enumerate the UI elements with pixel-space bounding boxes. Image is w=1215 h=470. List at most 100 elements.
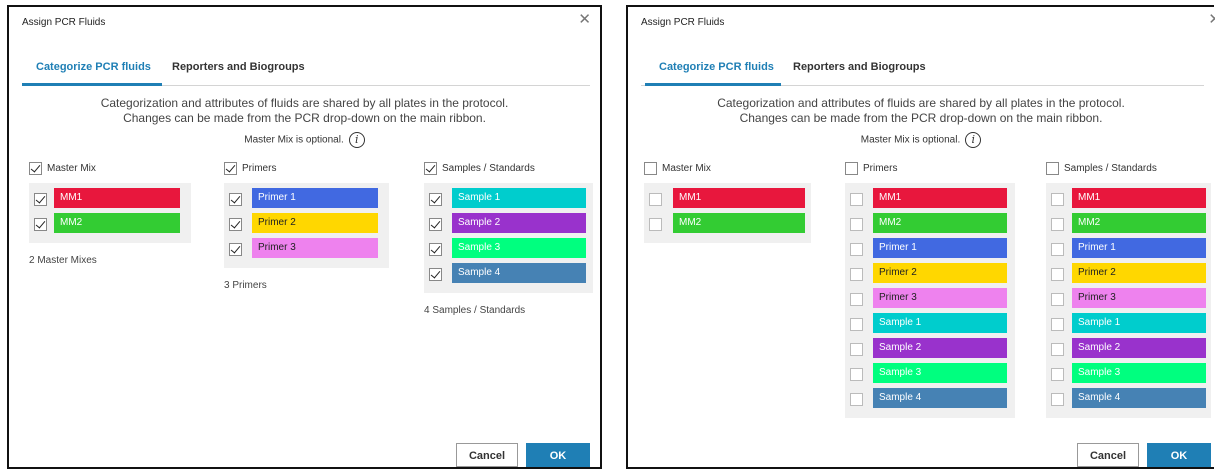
fluid-chip[interactable]: Sample 1 xyxy=(873,313,1007,333)
fluid-chip[interactable]: Sample 3 xyxy=(1072,363,1206,383)
fluid-checkbox[interactable] xyxy=(1051,368,1064,381)
fluid-chip[interactable]: Sample 3 xyxy=(873,363,1007,383)
tab-bar: Categorize PCR fluids Reporters and Biog… xyxy=(641,56,1204,86)
fluid-item-primer-3: Primer 3 xyxy=(1046,288,1211,313)
cancel-button[interactable]: Cancel xyxy=(456,443,518,467)
fluid-chip[interactable]: MM2 xyxy=(873,213,1007,233)
fluid-item-sample-3: Sample 3 xyxy=(1046,363,1211,388)
fluid-checkbox[interactable] xyxy=(1051,393,1064,406)
fluid-count: 4 Samples / Standards xyxy=(424,305,526,316)
close-icon[interactable]: ✕ xyxy=(1208,12,1215,27)
close-icon[interactable]: ✕ xyxy=(578,12,591,27)
column-header-label: Master Mix xyxy=(47,163,96,174)
fluid-chip[interactable]: Primer 3 xyxy=(873,288,1007,308)
fluid-item-primer-1: Primer 1 xyxy=(224,188,389,213)
tab-categorize-pcr-fluids[interactable]: Categorize PCR fluids xyxy=(36,61,151,73)
fluid-checkbox[interactable] xyxy=(850,343,863,356)
fluid-item-sample-1: Sample 1 xyxy=(424,188,593,213)
fluid-chip[interactable]: Sample 4 xyxy=(452,263,586,283)
fluid-chip[interactable]: Sample 4 xyxy=(873,388,1007,408)
fluid-checkbox[interactable] xyxy=(429,243,442,256)
fluid-chip[interactable]: Primer 3 xyxy=(1072,288,1206,308)
tab-reporters-and-biogroups[interactable]: Reporters and Biogroups xyxy=(172,61,305,73)
fluid-chip[interactable]: MM2 xyxy=(1072,213,1206,233)
fluid-item-mm2: MM2 xyxy=(29,213,191,238)
samples-standards-select-all-checkbox[interactable] xyxy=(424,162,437,175)
fluid-chip[interactable]: Primer 2 xyxy=(873,263,1007,283)
fluid-checkbox[interactable] xyxy=(34,193,47,206)
fluid-checkbox[interactable] xyxy=(429,268,442,281)
fluid-checkbox[interactable] xyxy=(34,218,47,231)
fluid-checkbox[interactable] xyxy=(850,393,863,406)
fluid-item-sample-4: Sample 4 xyxy=(845,388,1015,413)
fluid-count: 2 Master Mixes xyxy=(29,255,97,266)
fluid-item-primer-2: Primer 2 xyxy=(845,263,1015,288)
tab-reporters-and-biogroups[interactable]: Reporters and Biogroups xyxy=(793,61,926,73)
primers-select-all-checkbox[interactable] xyxy=(845,162,858,175)
ok-button[interactable]: OK xyxy=(1147,443,1211,467)
fluid-chip[interactable]: Primer 1 xyxy=(1072,238,1206,258)
fluid-checkbox[interactable] xyxy=(850,218,863,231)
samples-standards-select-all-checkbox[interactable] xyxy=(1046,162,1059,175)
fluid-checkbox[interactable] xyxy=(850,243,863,256)
fluid-checkbox[interactable] xyxy=(229,243,242,256)
optional-note: Master Mix is optional. i xyxy=(628,132,1214,148)
fluid-chip[interactable]: Sample 2 xyxy=(1072,338,1206,358)
fluid-checkbox[interactable] xyxy=(1051,193,1064,206)
fluid-checkbox[interactable] xyxy=(1051,293,1064,306)
fluid-checkbox[interactable] xyxy=(850,193,863,206)
fluid-chip[interactable]: MM1 xyxy=(54,188,180,208)
fluid-list: MM1 MM2 xyxy=(644,183,811,243)
fluid-checkbox[interactable] xyxy=(1051,343,1064,356)
fluid-item-mm2: MM2 xyxy=(1046,213,1211,238)
fluid-checkbox[interactable] xyxy=(1051,268,1064,281)
fluid-checkbox[interactable] xyxy=(850,293,863,306)
fluid-chip[interactable]: MM1 xyxy=(1072,188,1206,208)
fluid-checkbox[interactable] xyxy=(1051,218,1064,231)
fluid-checkbox[interactable] xyxy=(229,193,242,206)
fluid-chip[interactable]: Primer 1 xyxy=(873,238,1007,258)
fluid-chip[interactable]: MM1 xyxy=(873,188,1007,208)
master-mix-select-all-checkbox[interactable] xyxy=(29,162,42,175)
fluid-list: MM1 MM2 xyxy=(29,183,191,243)
fluid-chip[interactable]: MM1 xyxy=(673,188,805,208)
fluid-item-sample-2: Sample 2 xyxy=(424,213,593,238)
fluid-chip[interactable]: Primer 2 xyxy=(252,213,378,233)
fluid-checkbox[interactable] xyxy=(649,193,662,206)
fluid-checkbox[interactable] xyxy=(429,218,442,231)
fluid-chip[interactable]: Primer 3 xyxy=(252,238,378,258)
fluid-item-mm2: MM2 xyxy=(845,213,1015,238)
fluid-item-sample-4: Sample 4 xyxy=(1046,388,1211,413)
info-icon[interactable]: i xyxy=(965,132,982,148)
fluid-checkbox[interactable] xyxy=(229,218,242,231)
fluid-chip[interactable]: Sample 1 xyxy=(452,188,586,208)
column-header-label: Samples / Standards xyxy=(442,163,535,174)
fluid-checkbox[interactable] xyxy=(1051,318,1064,331)
master-mix-select-all-checkbox[interactable] xyxy=(644,162,657,175)
fluid-checkbox[interactable] xyxy=(649,218,662,231)
tab-categorize-pcr-fluids[interactable]: Categorize PCR fluids xyxy=(659,61,774,73)
fluid-checkbox[interactable] xyxy=(850,368,863,381)
fluid-chip[interactable]: Sample 1 xyxy=(1072,313,1206,333)
fluid-checkbox[interactable] xyxy=(850,268,863,281)
fluid-item-mm1: MM1 xyxy=(644,188,811,213)
primers-select-all-checkbox[interactable] xyxy=(224,162,237,175)
fluid-checkbox[interactable] xyxy=(850,318,863,331)
fluid-chip[interactable]: MM2 xyxy=(54,213,180,233)
fluid-chip[interactable]: Sample 3 xyxy=(452,238,586,258)
fluid-checkbox[interactable] xyxy=(429,193,442,206)
fluid-item-sample-3: Sample 3 xyxy=(845,363,1015,388)
fluid-chip[interactable]: Primer 2 xyxy=(1072,263,1206,283)
dialog-title: Assign PCR Fluids xyxy=(641,17,725,28)
ok-button[interactable]: OK xyxy=(526,443,590,467)
info-icon[interactable]: i xyxy=(348,132,365,148)
fluid-checkbox[interactable] xyxy=(1051,243,1064,256)
fluid-chip[interactable]: Sample 2 xyxy=(873,338,1007,358)
fluid-item-primer-2: Primer 2 xyxy=(224,213,389,238)
fluid-chip[interactable]: Sample 4 xyxy=(1072,388,1206,408)
fluid-item-sample-1: Sample 1 xyxy=(845,313,1015,338)
fluid-chip[interactable]: Sample 2 xyxy=(452,213,586,233)
fluid-chip[interactable]: MM2 xyxy=(673,213,805,233)
cancel-button[interactable]: Cancel xyxy=(1077,443,1139,467)
fluid-chip[interactable]: Primer 1 xyxy=(252,188,378,208)
